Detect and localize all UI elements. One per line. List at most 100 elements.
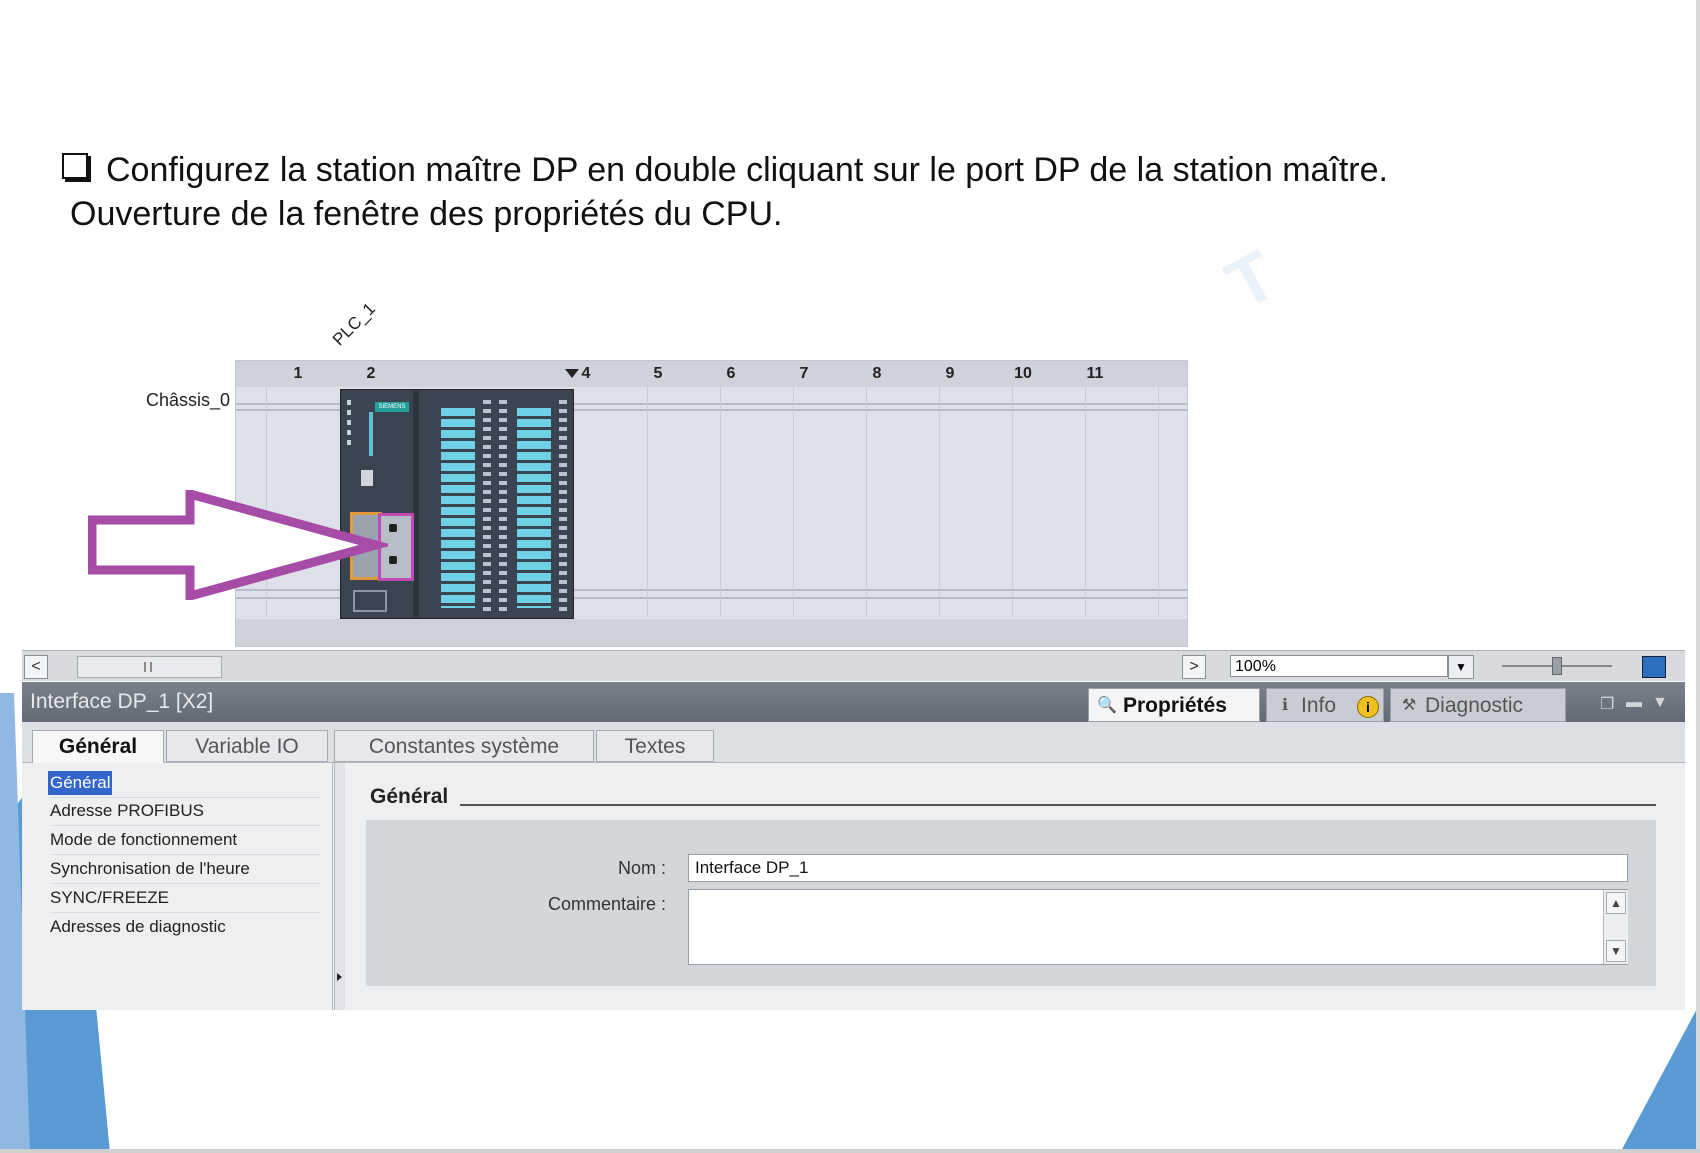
section-tab-row: Général Variable IO Constantes système T… — [22, 722, 1685, 763]
slot-divider — [939, 387, 940, 617]
slot-number: 7 — [799, 365, 809, 382]
tab-info[interactable]: ℹ Info i — [1266, 688, 1384, 722]
properties-content: Général Nom : Commentaire : ▲ ▼ — [352, 763, 1685, 1010]
comment-scrollbar[interactable]: ▲ ▼ — [1603, 890, 1628, 964]
properties-panel: Interface DP_1 [X2] 🔍 Propriétés ℹ Info … — [22, 682, 1685, 1010]
tab-system-constants[interactable]: Constantes système — [334, 730, 594, 762]
properties-title-bar: Interface DP_1 [X2] 🔍 Propriétés ℹ Info … — [22, 682, 1685, 722]
cpu-mode-switch — [361, 470, 373, 486]
io-module-leds — [499, 400, 507, 612]
nav-separator — [50, 797, 320, 798]
slot-number: 9 — [945, 365, 955, 382]
scroll-right-button[interactable]: > — [1182, 655, 1206, 679]
cpu-led — [347, 400, 351, 405]
tab-texts[interactable]: Textes — [596, 730, 714, 762]
tab-properties-label: Propriétés — [1123, 694, 1227, 717]
nav-separator — [50, 854, 320, 855]
slot-divider — [647, 387, 648, 617]
nav-item-operating-mode[interactable]: Mode de fonctionnement — [50, 828, 237, 852]
device-view-scrollbar[interactable]: < > 100% ▼ — [22, 650, 1685, 681]
properties-title: Interface DP_1 [X2] — [30, 690, 214, 713]
tab-general[interactable]: Général — [32, 730, 164, 763]
info-badge-icon: i — [1357, 696, 1379, 718]
slot-number: 8 — [872, 365, 882, 382]
slot-divider — [1085, 387, 1086, 617]
instruction-line-1: Configurez la station maître DP en doubl… — [106, 151, 1388, 189]
slide-edge-bottom — [0, 1149, 1700, 1153]
diagnostic-icon: ⚒ — [1401, 697, 1417, 714]
slot-number: 1 — [293, 365, 303, 382]
io-module-leds — [559, 400, 567, 612]
section-title: Général — [370, 785, 449, 808]
nav-item-sync-freeze[interactable]: SYNC/FREEZE — [50, 886, 169, 910]
cpu-led — [347, 420, 351, 425]
slot-divider — [866, 387, 867, 617]
magnifier-icon: 🔍 — [1097, 697, 1117, 714]
scroll-up-icon[interactable]: ▲ — [1606, 892, 1626, 914]
slot-divider — [793, 387, 794, 617]
cpu-brand-badge: SIEMENS — [375, 402, 409, 412]
slide-decoration-right — [1620, 1003, 1700, 1153]
zoom-dropdown-icon[interactable]: ▼ — [1448, 655, 1474, 679]
minimize-icon[interactable]: ▬ — [1626, 694, 1642, 712]
rack-slot-header: 1 2 4 5 6 7 8 9 10 11 — [236, 361, 1187, 387]
port-pin — [389, 556, 397, 564]
grip-icon — [144, 662, 152, 672]
slot-number: 10 — [1014, 365, 1032, 382]
info-tab-icon: ℹ — [1281, 697, 1289, 714]
port-pin — [389, 524, 397, 532]
pointer-arrow-icon — [88, 490, 388, 600]
general-form: Nom : Commentaire : ▲ ▼ — [366, 820, 1656, 986]
expand-arrow-icon[interactable] — [337, 973, 342, 981]
rack-footer — [236, 619, 1187, 646]
io-module-leds — [483, 400, 491, 612]
slot-number: 2 — [366, 365, 376, 382]
nav-scrollbar[interactable] — [334, 763, 345, 1010]
slot-number: 5 — [653, 365, 663, 382]
chassis-label[interactable]: Châssis_0 — [146, 390, 230, 411]
tab-properties[interactable]: 🔍 Propriétés — [1088, 688, 1260, 722]
slot-divider — [1012, 387, 1013, 617]
slot-divider — [720, 387, 721, 617]
tab-diagnostic[interactable]: ⚒ Diagnostic — [1390, 688, 1566, 722]
zoom-slider-knob[interactable] — [1552, 657, 1562, 675]
slot-number: 6 — [726, 365, 736, 382]
fit-view-icon[interactable] — [1642, 656, 1666, 678]
cpu-status-bar — [369, 412, 373, 456]
zoom-field[interactable]: 100% — [1230, 655, 1448, 677]
tab-info-label: Info — [1301, 694, 1337, 717]
collapse-arrow-icon[interactable]: ▼ — [1652, 694, 1668, 712]
io-module-channels — [441, 408, 475, 608]
scroll-down-icon[interactable]: ▼ — [1606, 940, 1626, 962]
section-divider — [460, 804, 1656, 806]
instruction-text: Configurez la station maître DP en doubl… — [62, 148, 1388, 236]
nav-item-general[interactable]: Général — [48, 771, 113, 795]
tab-variable-io[interactable]: Variable IO — [166, 730, 328, 762]
cpu-led — [347, 440, 351, 445]
slide-edge-right — [1696, 0, 1700, 1153]
cpu-divider — [413, 390, 419, 618]
slot-number: 11 — [1086, 365, 1104, 382]
name-input[interactable] — [688, 854, 1628, 882]
nav-item-time-sync[interactable]: Synchronisation de l'heure — [50, 857, 250, 881]
nav-item-diagnostic-addresses[interactable]: Adresses de diagnostic — [50, 915, 226, 939]
scroll-left-button[interactable]: < — [24, 655, 48, 679]
nav-separator — [50, 825, 320, 826]
nav-item-profibus-address[interactable]: Adresse PROFIBUS — [50, 799, 204, 823]
tab-diagnostic-label: Diagnostic — [1425, 694, 1524, 717]
scroll-thumb[interactable] — [77, 656, 222, 678]
io-module-channels — [517, 408, 551, 608]
comment-textarea[interactable] — [688, 889, 1628, 965]
nav-separator — [50, 912, 320, 913]
slot-number: 4 — [581, 365, 591, 382]
watermark: T — [1214, 235, 1289, 325]
plc-label[interactable]: PLC_1 — [329, 299, 380, 350]
slot-divider — [1158, 387, 1159, 617]
float-window-icon[interactable]: ❐ — [1600, 694, 1614, 714]
comment-label: Commentaire : — [547, 894, 666, 914]
properties-nav-tree: Général Adresse PROFIBUS Mode de fonctio… — [22, 763, 333, 1010]
name-label: Nom : — [617, 858, 666, 878]
nav-separator — [50, 883, 320, 884]
cpu-led — [347, 410, 351, 415]
instruction-line-2: Ouverture de la fenêtre des propriétés d… — [70, 195, 783, 233]
